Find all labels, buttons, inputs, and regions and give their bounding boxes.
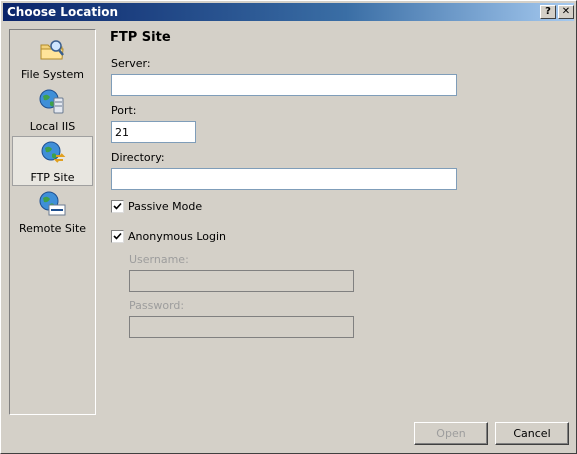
sidebar-item-file-system[interactable]: File System bbox=[12, 34, 93, 84]
sidebar-item-label: FTP Site bbox=[30, 171, 75, 184]
globe-server-icon bbox=[39, 89, 64, 114]
directory-label: Directory: bbox=[111, 151, 165, 164]
port-label: Port: bbox=[111, 104, 137, 117]
passive-mode-checkbox[interactable] bbox=[111, 200, 124, 213]
password-label: Password: bbox=[129, 299, 185, 312]
directory-input[interactable] bbox=[111, 168, 457, 190]
password-input[interactable] bbox=[129, 316, 354, 338]
title-bar[interactable]: Choose Location ? ✕ bbox=[3, 3, 574, 21]
passive-mode-label[interactable]: Passive Mode bbox=[128, 200, 202, 213]
close-button[interactable]: ✕ bbox=[558, 5, 574, 19]
sidebar-item-local-iis[interactable]: Local IIS bbox=[12, 86, 93, 136]
cancel-button[interactable]: Cancel bbox=[495, 422, 569, 445]
location-sidebar: File System Local IIS FTP Site Remote Si… bbox=[9, 29, 96, 415]
help-button[interactable]: ? bbox=[540, 5, 556, 19]
sidebar-item-label: Remote Site bbox=[18, 222, 87, 235]
open-button[interactable]: Open bbox=[414, 422, 488, 445]
page-title: FTP Site bbox=[110, 30, 171, 45]
choose-location-dialog: Choose Location ? ✕ File System Local II… bbox=[0, 0, 577, 454]
window-title: Choose Location bbox=[7, 5, 119, 19]
username-input[interactable] bbox=[129, 270, 354, 292]
sidebar-item-remote-site[interactable]: Remote Site bbox=[12, 188, 93, 238]
sidebar-item-ftp-site[interactable]: FTP Site bbox=[12, 136, 93, 186]
checkmark-icon bbox=[113, 202, 122, 210]
username-label: Username: bbox=[129, 253, 189, 266]
server-label: Server: bbox=[111, 57, 151, 70]
anonymous-login-label[interactable]: Anonymous Login bbox=[128, 230, 226, 243]
sidebar-item-label: File System bbox=[21, 68, 84, 81]
server-input[interactable] bbox=[111, 74, 457, 96]
checkmark-icon bbox=[113, 232, 122, 240]
folder-search-icon bbox=[40, 40, 64, 60]
globe-http-icon bbox=[39, 191, 66, 216]
port-input[interactable] bbox=[111, 121, 196, 143]
globe-ftp-icon bbox=[41, 141, 66, 163]
sidebar-item-label: Local IIS bbox=[29, 120, 76, 133]
anonymous-login-checkbox[interactable] bbox=[111, 230, 124, 243]
